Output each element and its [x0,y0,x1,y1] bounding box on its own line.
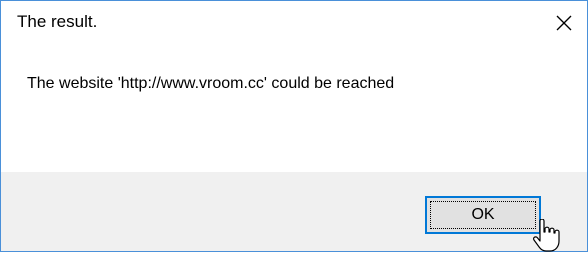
close-button[interactable] [541,1,587,45]
close-icon [556,15,572,31]
hand-pointer-icon [532,218,560,253]
message-dialog: The result. The website 'http://www.vroo… [0,0,588,252]
dialog-footer: OK [1,172,587,251]
dialog-titlebar[interactable]: The result. [1,1,587,45]
dialog-message: The website 'http://www.vroom.cc' could … [27,75,395,92]
ok-button-label: OK [471,206,495,223]
ok-button[interactable]: OK [425,196,541,234]
dialog-title: The result. [17,12,98,31]
dialog-content [1,45,587,172]
